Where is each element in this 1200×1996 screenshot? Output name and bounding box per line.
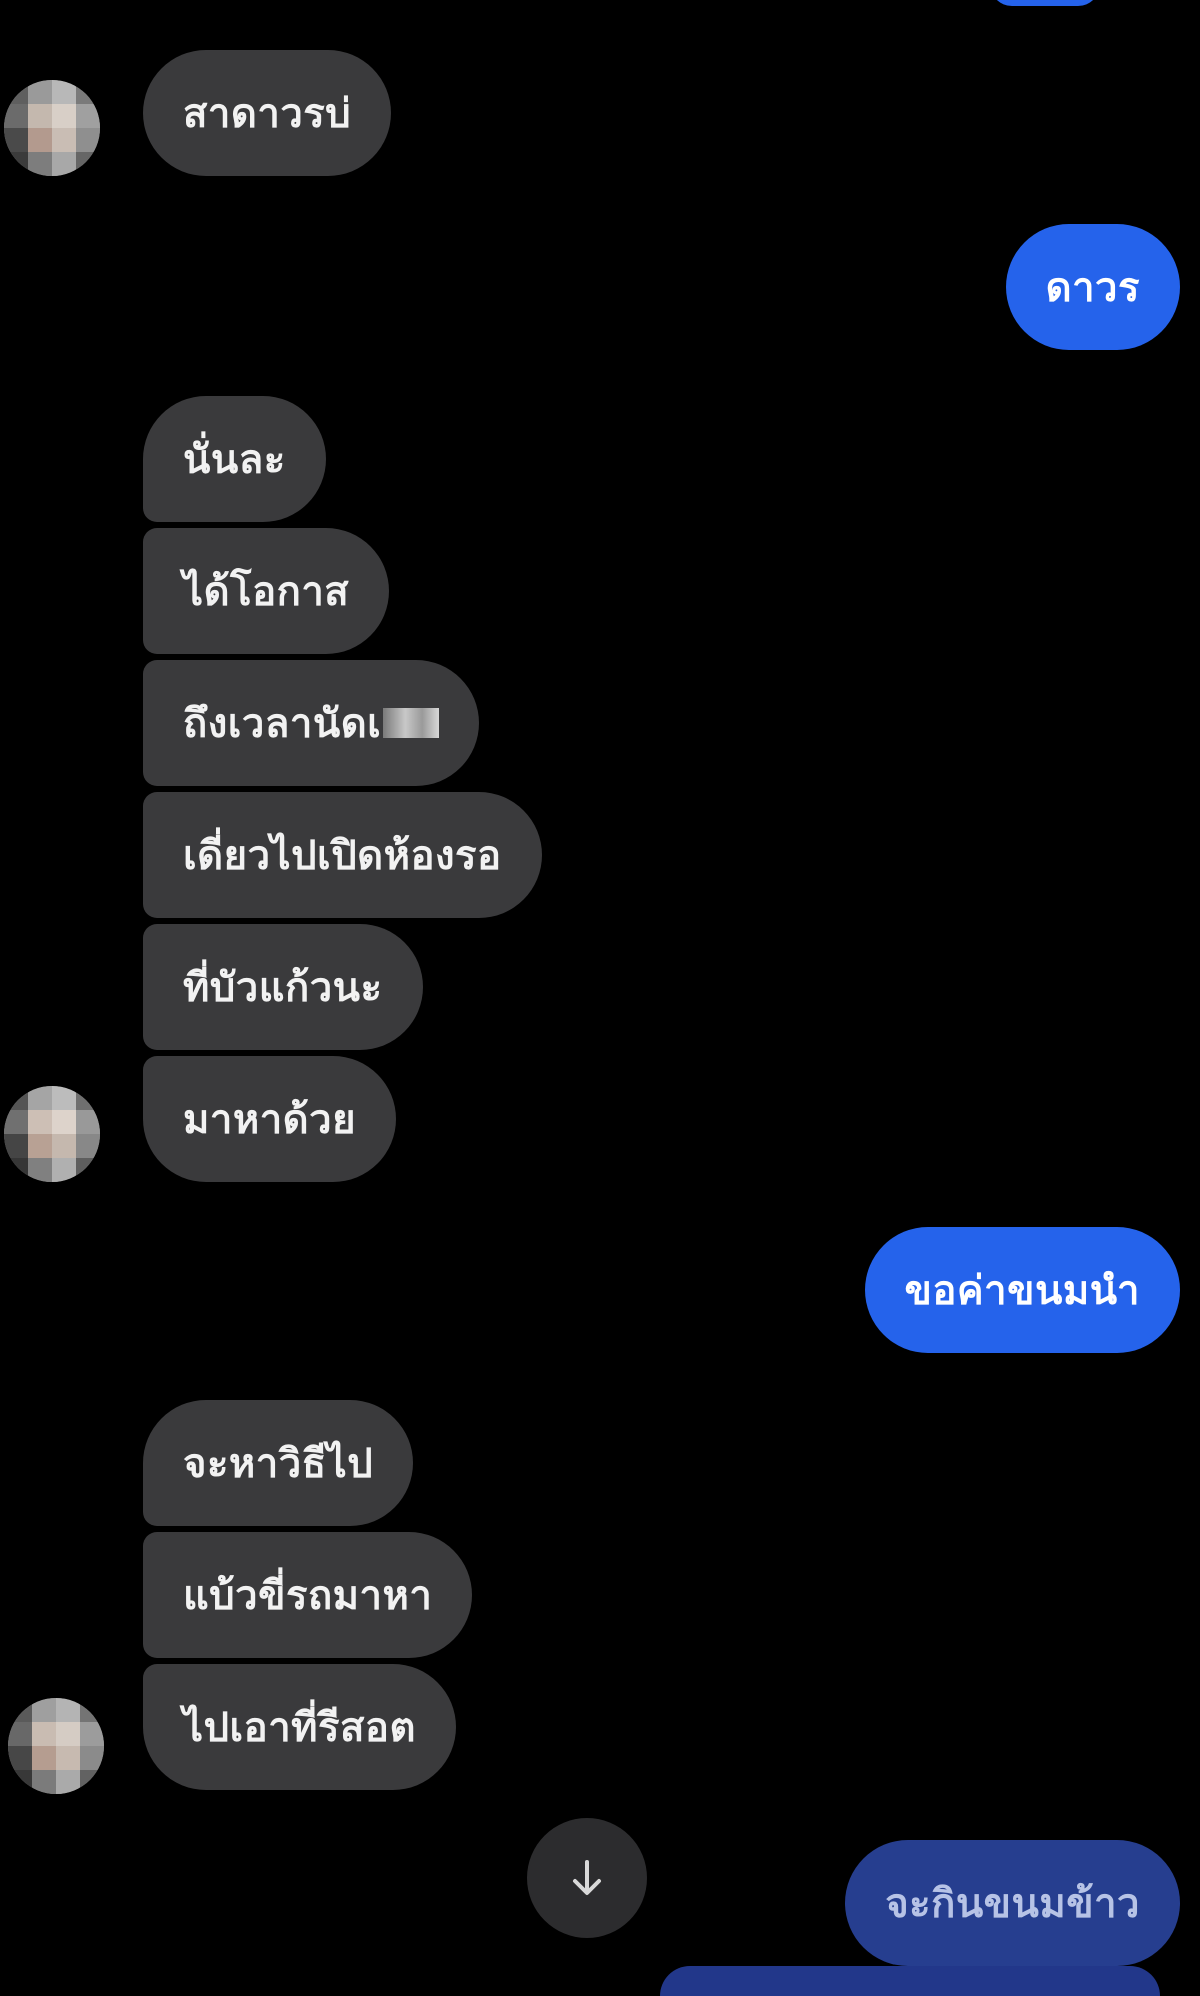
message-text: ที่บัวแก้วนะ [183,965,383,1011]
message-bubble-incoming[interactable]: ถึงเวลานัดเ [143,660,480,786]
message-bubble-incoming[interactable]: ไปเอาที่รีสอต [143,1664,456,1790]
message-bubble-incoming[interactable]: สาดาวรบ่ [143,50,392,176]
next-message-fragment [660,1966,1160,1996]
message-bubble-outgoing[interactable]: ดาวร [1005,224,1180,350]
message-text: ไปเอาที่รีสอต [183,1705,416,1751]
message-text: ดาวร [1045,265,1140,311]
message-bubble-incoming[interactable]: เดี่ยวไปเปิดห้องรอ [143,792,542,918]
contact-avatar-blurred[interactable] [4,1086,100,1182]
message-text: แบ้วขี่รถมาหา [183,1573,433,1619]
message-bubble-incoming[interactable]: จะหาวิธีไป [143,1400,414,1526]
message-text: นั่นละ [183,437,286,483]
redacted-text-block [383,708,440,738]
message-bubble-incoming[interactable]: มาหาด้วย [143,1056,397,1182]
message-text: เดี่ยวไปเปิดห้องรอ [183,833,502,879]
message-bubble-incoming[interactable]: แบ้วขี่รถมาหา [143,1532,473,1658]
previous-message-fragment [990,0,1100,6]
message-bubble-incoming[interactable]: นั่นละ [143,396,326,522]
message-text: ถึงเวลานัดเ [183,701,382,747]
message-bubble-outgoing[interactable]: จะกินขนมข้าว [845,1840,1180,1966]
message-text: ได้โอกาส [183,569,350,615]
message-text: สาดาวรบ่ [183,91,352,137]
message-text: จะกินขนมข้าว [885,1881,1140,1927]
scroll-to-bottom-button[interactable] [527,1818,647,1938]
contact-avatar-blurred[interactable] [4,80,100,176]
message-text: จะหาวิธีไป [183,1441,374,1487]
message-bubble-incoming[interactable]: ได้โอกาส [143,528,390,654]
message-text: ขอค่าขนมนำ [904,1268,1140,1314]
message-bubble-incoming[interactable]: ที่บัวแก้วนะ [143,924,423,1050]
message-bubble-outgoing[interactable]: ขอค่าขนมนำ [864,1227,1180,1353]
message-text: มาหาด้วย [183,1097,357,1143]
contact-avatar-blurred[interactable] [8,1698,104,1794]
arrow-down-icon [573,1860,601,1895]
